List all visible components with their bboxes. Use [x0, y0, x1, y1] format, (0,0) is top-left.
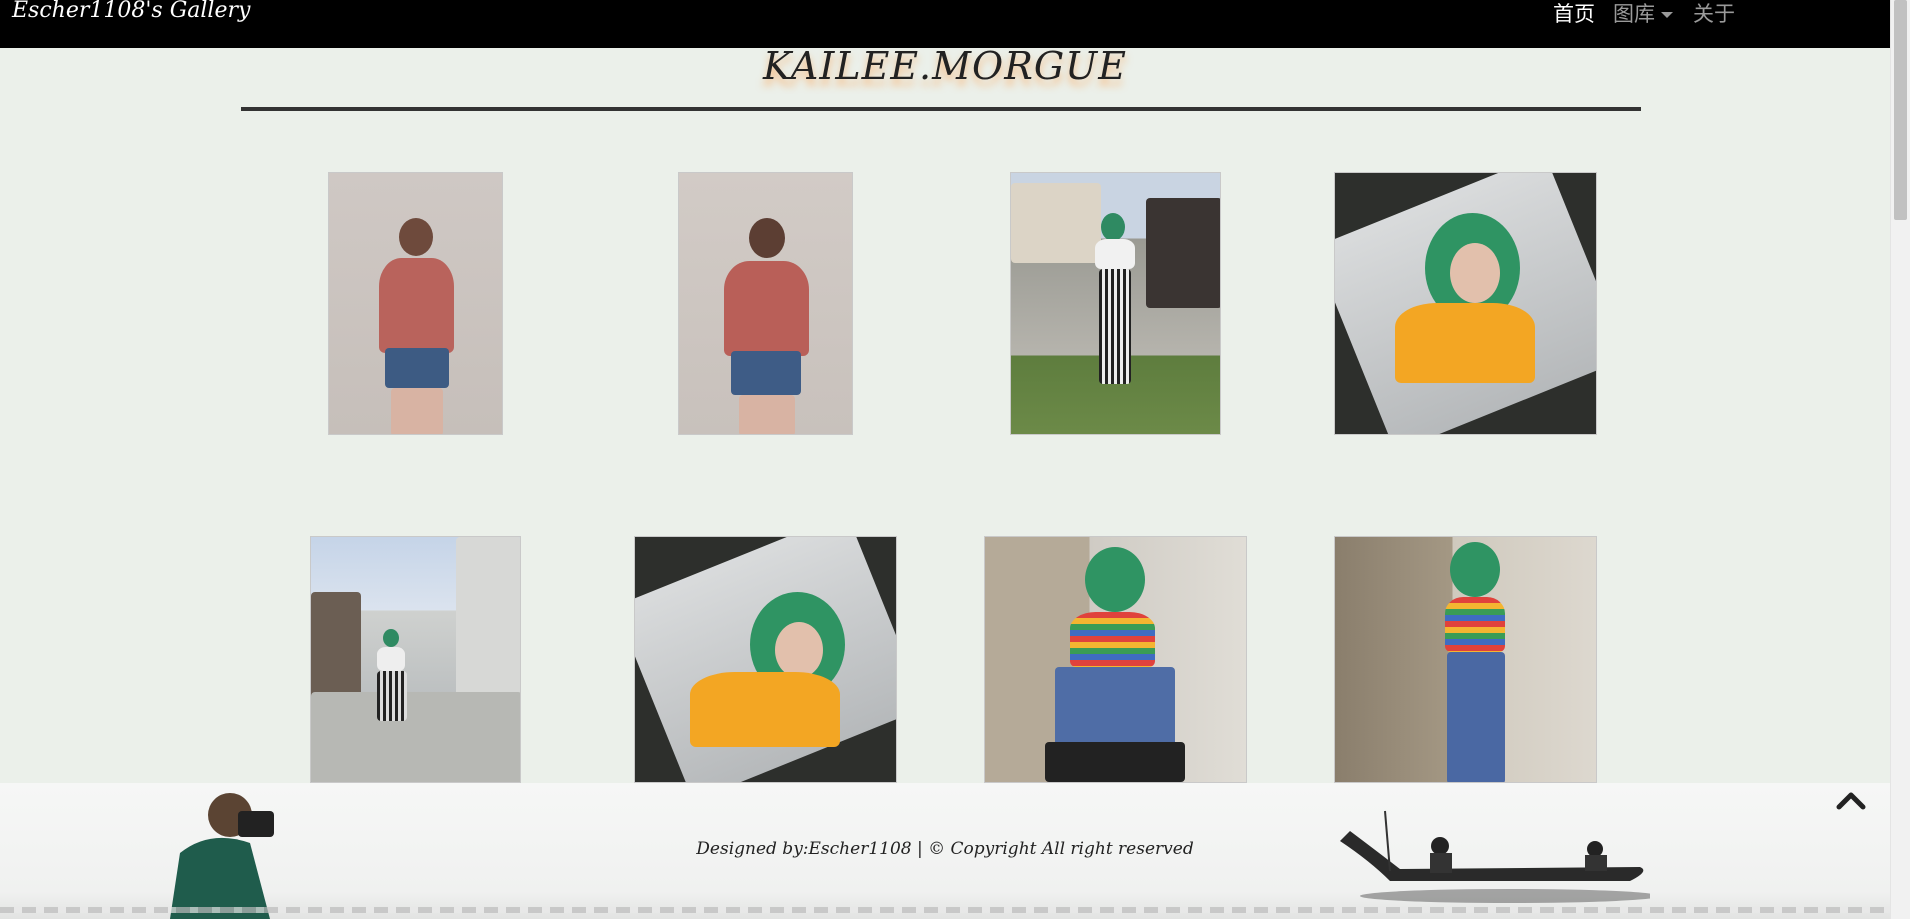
photo-figure-head — [749, 218, 785, 258]
photo-figure-hair — [1450, 542, 1500, 597]
photo-figure-head — [383, 629, 399, 647]
page-footer: Designed by:Escher1108 | © Copyright All… — [0, 783, 1890, 919]
photo-wall — [311, 692, 520, 782]
gallery-photo[interactable] — [678, 172, 853, 435]
footer-credit: Designed by:Escher1108 | © Copyright All… — [696, 839, 1194, 859]
nav-item-about[interactable]: 关于 — [1693, 0, 1735, 28]
photo-figure-shorts — [731, 351, 801, 395]
scrollbar-thumb[interactable] — [1894, 0, 1907, 220]
photo-figure-head — [1101, 213, 1125, 241]
photo-figure-legs — [1099, 269, 1131, 384]
page-scrollbar[interactable] — [1890, 0, 1910, 919]
nav-item-gallery-label: 图库 — [1613, 2, 1655, 26]
photo-figure-shirt — [1070, 612, 1155, 667]
back-to-top-button[interactable] — [1835, 785, 1867, 817]
photo-figure-legs — [391, 388, 443, 434]
photo-figure-shirt — [1445, 597, 1505, 652]
water-line — [0, 907, 1890, 913]
photo-figure-hair — [1085, 547, 1145, 612]
photo-figure-boots — [1045, 742, 1185, 782]
title-divider — [241, 107, 1641, 111]
chevron-up-icon[interactable] — [1835, 785, 1867, 817]
gallery-photo[interactable] — [984, 536, 1247, 783]
gallery-photo[interactable] — [1334, 172, 1597, 435]
photo-building — [1011, 183, 1101, 263]
gallery-photo[interactable] — [1334, 536, 1597, 783]
boat-illustration — [1340, 810, 1650, 903]
photo-figure-shirt — [1395, 303, 1535, 383]
photo-figure-shirt — [1095, 239, 1135, 269]
photo-figure-jeans — [1447, 652, 1505, 782]
photo-building — [311, 592, 361, 702]
photo-figure-shirt — [690, 672, 840, 747]
gallery-photo[interactable] — [634, 536, 897, 783]
photo-figure-shorts — [385, 348, 449, 388]
nav-item-home[interactable]: 首页 — [1553, 0, 1595, 28]
top-navbar: Escher1108's Gallery 首页 图库 关于 — [0, 0, 1890, 48]
gallery-photo[interactable] — [1010, 172, 1221, 435]
photo-figure-face — [1450, 243, 1500, 303]
photo-figure-jeans — [1055, 667, 1175, 747]
photo-figure-shirt — [724, 261, 809, 356]
photo-figure-shirt — [379, 258, 454, 353]
boat-reflection — [1360, 889, 1650, 903]
photo-figure-face — [775, 622, 823, 678]
site-brand[interactable]: Escher1108's Gallery — [12, 0, 250, 23]
photo-figure-legs — [377, 671, 407, 721]
gallery-photo[interactable] — [328, 172, 503, 435]
gallery-photo[interactable] — [310, 536, 521, 783]
caret-down-icon — [1661, 12, 1673, 18]
photo-figure-head — [399, 218, 433, 256]
photo-building — [456, 537, 520, 707]
camera-icon — [238, 811, 274, 837]
photo-figure-legs — [739, 395, 795, 434]
nav-item-gallery[interactable]: 图库 — [1613, 0, 1673, 28]
photo-figure-shirt — [377, 647, 405, 671]
page-title: KAILEE.MORGUE — [763, 44, 1127, 88]
photo-building — [1146, 198, 1220, 308]
